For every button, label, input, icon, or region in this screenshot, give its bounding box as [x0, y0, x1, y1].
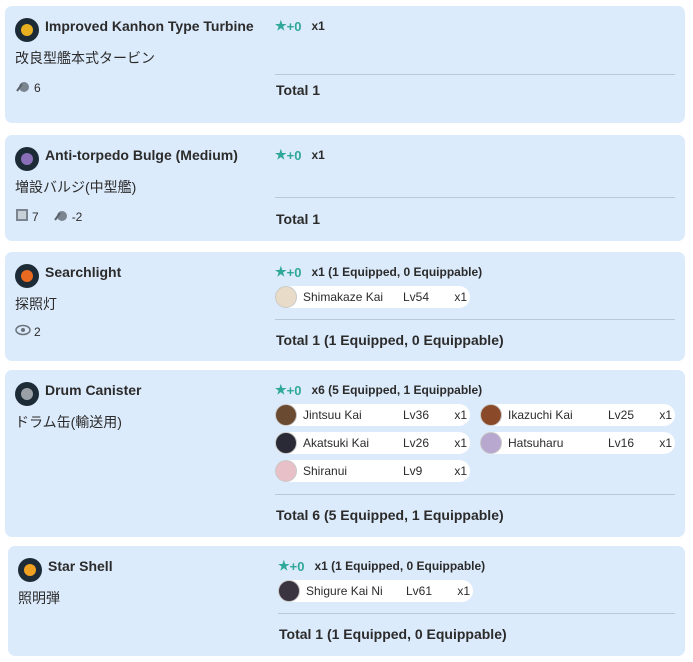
stat: -2	[53, 207, 83, 226]
total-count: Total 1	[276, 82, 321, 98]
ship-count: x1	[454, 436, 467, 450]
equipment-jp-name: 探照灯	[15, 296, 57, 312]
ship-count: x1	[454, 290, 467, 304]
ship-name: Ikazuchi Kai	[508, 408, 573, 422]
equipment-jp-name: 増設バルジ(中型艦)	[15, 179, 137, 195]
stat-value: 7	[32, 209, 39, 224]
improvement-level: ★ +0	[275, 382, 302, 398]
equipment-name[interactable]: Star Shell	[48, 556, 113, 576]
ship-chip[interactable]: Shiranui Lv9 x1	[275, 460, 470, 482]
ship-level: Lv36	[403, 408, 430, 422]
star-icon: ★	[275, 264, 287, 279]
stats-row: 2	[15, 324, 265, 339]
equipment-jp-name: ドラム缶(輸送用)	[15, 414, 122, 430]
ship-chip[interactable]: Akatsuki Kai Lv26 x1	[275, 432, 470, 454]
equipment-type-icon	[15, 18, 39, 42]
divider	[275, 494, 675, 495]
equipment-count: x1 (1 Equipped, 0 Equippable)	[311, 265, 483, 279]
total-count: Total 1 (1 Equipped, 0 Equippable)	[279, 626, 507, 642]
improvement-level: ★ +0	[275, 264, 302, 280]
equipment-card: Star Shell 照明弾 ★ +0 x1 (1 Equipped, 0 Eq…	[8, 546, 685, 656]
ship-avatar	[480, 404, 502, 426]
ship-chip[interactable]: Shimakaze Kai Lv54 x1	[275, 286, 470, 308]
equipment-type-icon	[18, 558, 42, 582]
stats-row: 6	[15, 78, 265, 97]
equipment-card: Searchlight 探照灯 2 ★ +0 x1 (1 Equipped, 0…	[5, 252, 685, 361]
divider	[278, 613, 675, 614]
stat-value: -2	[71, 209, 83, 224]
equipment-jp-name: 改良型艦本式タービン	[15, 50, 155, 66]
star-icon: ★	[275, 147, 287, 162]
ship-level: Lv26	[403, 436, 430, 450]
equipment-name[interactable]: Anti-torpedo Bulge (Medium)	[45, 145, 238, 165]
ship-list: Shigure Kai Ni Lv61 x1	[278, 580, 678, 602]
equipment-card: Improved Kanhon Type Turbine 改良型艦本式タービン …	[5, 6, 685, 123]
total-count: Total 6 (5 Equipped, 1 Equippable)	[276, 507, 504, 523]
divider	[275, 197, 675, 198]
total-count: Total 1 (1 Equipped, 0 Equippable)	[276, 332, 504, 348]
star-icon: ★	[275, 382, 287, 397]
ship-list: Shimakaze Kai Lv54 x1	[275, 286, 675, 308]
ship-level: Lv16	[608, 436, 635, 450]
ship-avatar	[480, 432, 502, 454]
ship-count: x1	[659, 436, 672, 450]
ship-count: x1	[659, 408, 672, 422]
equipment-name[interactable]: Searchlight	[45, 262, 121, 282]
equipment-card: Drum Canister ドラム缶(輸送用) ★ +0 x6 (5 Equip…	[5, 370, 685, 537]
equipment-count: x1	[311, 148, 325, 162]
equipment-name[interactable]: Drum Canister	[45, 380, 141, 400]
ship-name: Shiranui	[303, 464, 348, 478]
equipment-type-icon	[15, 264, 39, 288]
stat: 7	[15, 207, 39, 226]
ship-name: Hatsuharu	[508, 436, 564, 450]
ship-chip[interactable]: Hatsuharu Lv16 x1	[480, 432, 675, 454]
stat: 6	[15, 78, 41, 97]
equipment-count: x1	[311, 19, 325, 33]
improvement-level: ★ +0	[278, 558, 305, 574]
ship-name: Akatsuki Kai	[303, 436, 370, 450]
evasion-icon	[15, 78, 31, 97]
ship-list: Jintsuu Kai Lv36 x1 Ikazuchi Kai Lv25 x1…	[275, 404, 675, 482]
equipment-card: Anti-torpedo Bulge (Medium) 増設バルジ(中型艦) 7…	[5, 135, 685, 241]
ship-chip[interactable]: Shigure Kai Ni Lv61 x1	[278, 580, 473, 602]
improvement-level: ★ +0	[275, 18, 302, 34]
ship-chip[interactable]: Ikazuchi Kai Lv25 x1	[480, 404, 675, 426]
stat-value: 6	[34, 80, 41, 95]
ship-avatar	[275, 460, 297, 482]
ship-count: x1	[457, 584, 470, 598]
ship-level: Lv54	[403, 290, 430, 304]
ship-count: x1	[454, 464, 467, 478]
divider	[275, 74, 675, 75]
stat-value: 2	[34, 324, 41, 339]
star-icon: ★	[278, 558, 290, 573]
evasion-icon	[53, 207, 69, 226]
ship-level: Lv25	[608, 408, 635, 422]
total-count: Total 1	[276, 211, 321, 227]
equipment-jp-name: 照明弾	[18, 590, 60, 606]
ship-avatar	[275, 432, 297, 454]
star-icon: ★	[275, 18, 287, 33]
stat: 2	[15, 324, 41, 339]
ship-level: Lv9	[403, 464, 423, 478]
line-of-sight-icon	[15, 324, 31, 339]
ship-name: Shigure Kai Ni	[306, 584, 383, 598]
ship-avatar	[278, 580, 300, 602]
equipment-count: x1 (1 Equipped, 0 Equippable)	[314, 559, 486, 573]
ship-level: Lv61	[406, 584, 433, 598]
ship-chip[interactable]: Jintsuu Kai Lv36 x1	[275, 404, 470, 426]
armor-icon	[15, 208, 29, 225]
equipment-count: x6 (5 Equipped, 1 Equippable)	[311, 383, 483, 397]
equipment-type-icon	[15, 382, 39, 406]
equipment-name[interactable]: Improved Kanhon Type Turbine	[45, 16, 254, 36]
ship-count: x1	[454, 408, 467, 422]
ship-name: Shimakaze Kai	[303, 290, 384, 304]
ship-name: Jintsuu Kai	[303, 408, 362, 422]
ship-avatar	[275, 286, 297, 308]
ship-avatar	[275, 404, 297, 426]
stats-row: 7 -2	[15, 207, 265, 226]
divider	[275, 319, 675, 320]
equipment-type-icon	[15, 147, 39, 171]
improvement-level: ★ +0	[275, 147, 302, 163]
